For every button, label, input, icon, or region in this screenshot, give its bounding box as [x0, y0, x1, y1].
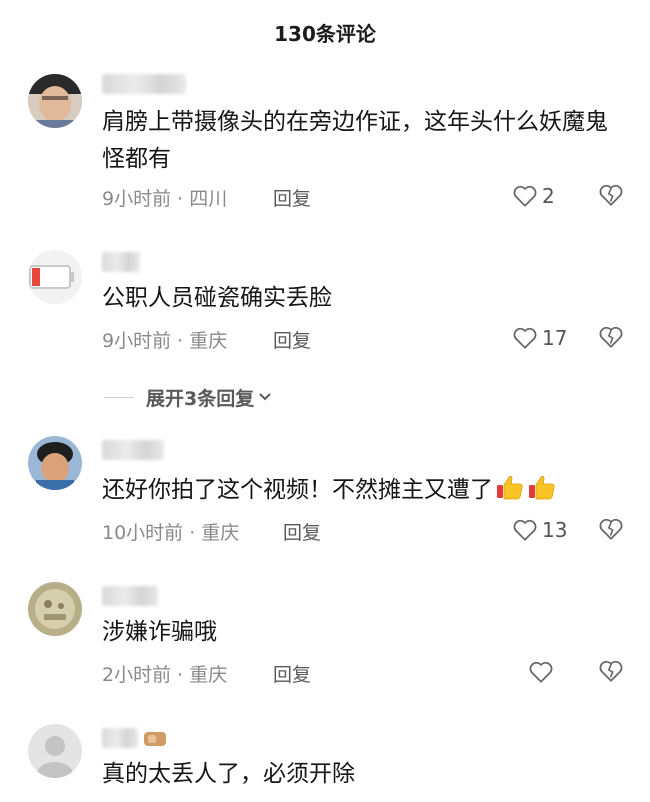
heart-outline-icon [513, 327, 537, 349]
username-blurred[interactable] [102, 74, 186, 94]
like-button[interactable] [528, 659, 554, 685]
thumbs-up-emoji-icon [529, 475, 555, 500]
avatar-image [28, 74, 82, 128]
username-blurred[interactable] [102, 586, 158, 606]
like-button[interactable]: 13 [512, 517, 567, 543]
thumbs-up-emoji-icon [497, 475, 523, 500]
like-count: 13 [542, 518, 568, 542]
avatar-image [28, 724, 82, 778]
expand-replies-label: 展开3条回复 [146, 387, 255, 410]
avatar[interactable] [28, 436, 82, 490]
comments-header-title: 130条评论 [274, 22, 376, 46]
username-blurred[interactable] [102, 440, 164, 460]
avatar[interactable] [28, 582, 82, 636]
heart-outline-icon [529, 661, 553, 683]
reply-button[interactable]: 回复 [273, 326, 311, 353]
comment-meta: 2小时前 · 重庆 [102, 664, 228, 686]
reply-button[interactable]: 回复 [273, 660, 311, 687]
like-button[interactable]: 17 [512, 325, 567, 351]
user-badge-icon [144, 732, 166, 746]
broken-heart-icon [599, 184, 623, 206]
broken-heart-icon [599, 326, 623, 348]
reply-button[interactable]: 回复 [283, 518, 321, 545]
avatar[interactable] [28, 724, 82, 778]
comment-text-body: 还好你拍了这个视频！不然摊主又遭了 [102, 477, 493, 503]
dislike-button[interactable] [598, 325, 624, 351]
comment-text: 肩膀上带摄像头的在旁边作证，这年头什么妖魔鬼怪都有 [102, 109, 608, 172]
expand-replies-button[interactable]: 展开3条回复 [104, 384, 274, 410]
like-count: 17 [542, 326, 568, 350]
avatar-image [28, 436, 82, 490]
avatar[interactable] [28, 74, 82, 128]
dislike-button[interactable] [598, 183, 624, 209]
comment-text: 涉嫌诈骗哦 [102, 619, 217, 645]
comment-text: 公职人员碰瓷确实丢脸 [102, 285, 332, 311]
comment-text: 还好你拍了这个视频！不然摊主又遭了 [102, 472, 622, 509]
chevron-down-icon [259, 393, 271, 401]
comment-meta: 10小时前 · 重庆 [102, 522, 240, 544]
broken-heart-icon [599, 518, 623, 540]
heart-outline-icon [513, 519, 537, 541]
heart-outline-icon [513, 185, 537, 207]
broken-heart-icon [599, 660, 623, 682]
like-button[interactable]: 2 [512, 183, 555, 209]
dislike-button[interactable] [598, 517, 624, 543]
username-blurred[interactable] [102, 728, 138, 748]
reply-button[interactable]: 回复 [273, 184, 311, 211]
avatar[interactable] [28, 250, 82, 304]
dislike-button[interactable] [598, 659, 624, 685]
comment-meta: 9小时前 · 四川 [102, 188, 228, 210]
divider-line [104, 396, 134, 398]
comment-meta: 9小时前 · 重庆 [102, 330, 228, 352]
comment-text: 真的太丢人了，必须开除 [102, 761, 355, 787]
avatar-image [28, 250, 82, 304]
username-blurred[interactable] [102, 252, 140, 272]
avatar-image [28, 582, 82, 636]
like-count: 2 [542, 184, 555, 208]
